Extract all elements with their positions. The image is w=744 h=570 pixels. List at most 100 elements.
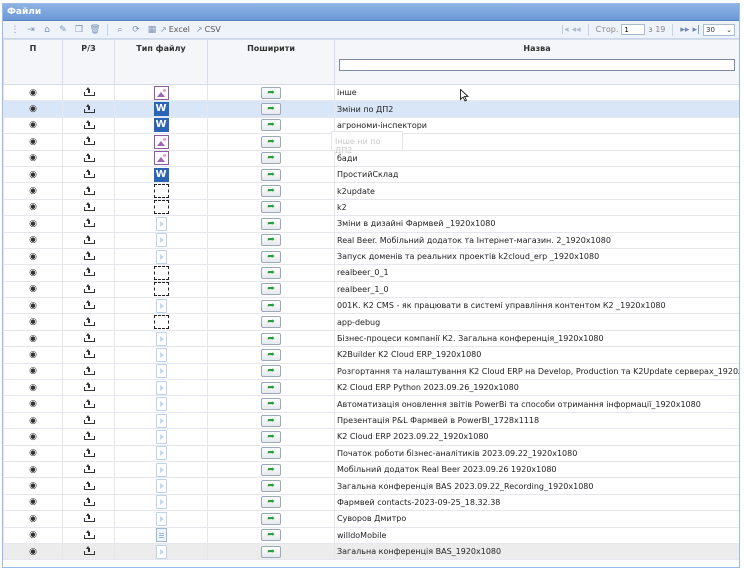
view-cell[interactable]: ◉ [3, 362, 63, 381]
table-row[interactable]: ◉ ➦ Суворов Дмитро [3, 510, 739, 528]
share-button[interactable]: ➦ [261, 283, 281, 296]
eye-icon[interactable]: ◉ [29, 547, 37, 557]
share-button[interactable]: ➦ [261, 381, 281, 394]
view-cell[interactable]: ◉ [3, 477, 63, 495]
upload-icon[interactable] [84, 546, 95, 556]
table-row[interactable]: ◉ ➦ realbeer_1_0 [3, 280, 739, 299]
edit-cell[interactable] [62, 247, 115, 266]
view-cell[interactable]: ◉ [3, 395, 63, 413]
page-number-input[interactable] [621, 24, 646, 35]
table-row[interactable]: ◉ ➦ K2Builder K2 Cloud ERP_1920x1080 [3, 346, 739, 364]
view-cell[interactable]: ◉ [3, 198, 63, 217]
table-row[interactable]: ◉ ➦ 001К. К2 CMS - як працювати в системі … [3, 297, 739, 315]
view-cell[interactable]: ◉ [3, 247, 63, 266]
page-size-select[interactable]: 30 ⌄ [703, 23, 735, 36]
eye-icon[interactable]: ◉ [29, 432, 37, 442]
search-icon[interactable]: ⌕ [112, 22, 128, 38]
view-cell[interactable]: ◉ [3, 280, 63, 299]
file-name-cell[interactable]: Фармвей contacts-2023-09-25_18.32.38 [334, 493, 739, 512]
edit-cell[interactable] [62, 165, 115, 184]
eye-icon[interactable]: ◉ [29, 416, 37, 426]
table-row[interactable]: ◉ ➦ Загальна конференція BAS 2023.09.22_Re… [3, 477, 739, 495]
edit-cell[interactable] [62, 116, 115, 135]
view-cell[interactable]: ◉ [3, 215, 63, 233]
table-row[interactable]: ◉ W ➦ Зміни по ДП2 [3, 100, 739, 118]
share-button[interactable]: ➦ [261, 348, 281, 361]
upload-icon[interactable] [84, 152, 95, 162]
column-header-share[interactable]: Поширити [207, 39, 335, 85]
upload-icon[interactable] [84, 382, 95, 392]
upload-icon[interactable] [84, 333, 95, 343]
eye-icon[interactable]: ◉ [29, 449, 37, 458]
share-button[interactable]: ➦ [261, 529, 281, 542]
file-name-cell[interactable]: Розгортання та налаштування K2 Cloud ERP… [334, 362, 739, 381]
view-cell[interactable]: ◉ [3, 165, 63, 184]
upload-icon[interactable] [84, 513, 95, 523]
refresh-icon[interactable]: ⟳ [128, 22, 144, 38]
edit-cell[interactable] [62, 510, 115, 528]
edit-icon[interactable]: ✎ [55, 22, 71, 38]
share-button[interactable]: ➦ [261, 234, 281, 247]
view-cell[interactable]: ◉ [3, 510, 63, 528]
table-row[interactable]: ◉ ➦ Мобільний додаток Real Beer 2023.09.26… [3, 460, 739, 479]
last-page-icon[interactable]: ▸| [692, 25, 700, 35]
edit-cell[interactable] [62, 444, 115, 462]
edit-cell[interactable] [62, 411, 115, 430]
edit-cell[interactable] [62, 83, 115, 102]
column-header-edit[interactable]: Р/З [62, 39, 115, 85]
edit-cell[interactable] [62, 215, 115, 233]
export-excel-button[interactable]: ↗ Excel [160, 25, 190, 34]
upload-icon[interactable] [84, 169, 95, 179]
next-page-icon[interactable]: ▸▸ [680, 25, 689, 35]
table-row[interactable]: ◉ ➦ K2 Cloud ERP 2023.09.22_1920x1080 [3, 428, 739, 446]
view-cell[interactable]: ◉ [3, 411, 63, 430]
edit-cell[interactable] [62, 182, 115, 200]
eye-icon[interactable]: ◉ [29, 137, 37, 147]
upload-icon[interactable] [84, 431, 95, 441]
table-row[interactable]: ◉ ➦ Розгортання та налаштування K2 Cloud E… [3, 362, 739, 381]
eye-icon[interactable]: ◉ [29, 187, 37, 196]
file-name-cell[interactable]: k2 [334, 198, 739, 217]
file-name-cell[interactable]: Початок роботи бізнес-аналітиків 2023.09… [334, 444, 739, 462]
eye-icon[interactable]: ◉ [29, 531, 37, 540]
share-button[interactable]: ➦ [261, 463, 281, 476]
file-name-cell[interactable]: realbeer_0_1 [334, 264, 739, 282]
file-name-cell[interactable]: ПростийСклад [334, 165, 739, 184]
file-name-cell[interactable]: K2 Cloud ERP 2023.09.22_1920x1080 [334, 428, 739, 446]
file-name-cell[interactable]: Запуск доменів та реальних проектів k2cl… [334, 247, 739, 266]
share-button[interactable]: ➦ [261, 496, 281, 509]
edit-cell[interactable] [62, 149, 115, 167]
upload-icon[interactable] [84, 251, 95, 261]
view-cell[interactable]: ◉ [3, 346, 63, 364]
eye-icon[interactable]: ◉ [29, 203, 37, 212]
share-button[interactable]: ➦ [261, 250, 281, 263]
share-button[interactable]: ➦ [261, 266, 281, 279]
file-name-cell[interactable]: realbeer_1_0 [334, 280, 739, 299]
column-header-view[interactable]: П [3, 39, 63, 85]
delete-icon[interactable]: 🗑 [87, 22, 103, 38]
share-button[interactable]: ➦ [261, 185, 281, 198]
file-name-cell[interactable]: K2Builder K2 Cloud ERP_1920x1080 [334, 346, 739, 364]
menu-icon[interactable]: ⋮ [7, 22, 23, 38]
file-name-cell[interactable]: app-debug [334, 313, 739, 331]
file-name-cell[interactable]: Зміни по ДП2 [334, 100, 739, 118]
share-button[interactable]: ➦ [261, 152, 281, 165]
share-button[interactable]: ➦ [261, 168, 281, 181]
eye-icon[interactable]: ◉ [29, 400, 37, 409]
file-name-cell[interactable]: бади [334, 149, 739, 167]
view-cell[interactable]: ◉ [3, 297, 63, 315]
table-row[interactable]: ◉ ➦ willdoMobile [3, 526, 739, 544]
upload-icon[interactable] [84, 300, 95, 310]
upload-icon[interactable] [84, 185, 95, 195]
edit-cell[interactable] [62, 313, 115, 331]
column-header-name[interactable]: Назва [334, 39, 739, 85]
share-button[interactable]: ➦ [261, 414, 281, 427]
upload-icon[interactable] [84, 283, 95, 293]
eye-icon[interactable]: ◉ [29, 236, 37, 245]
share-button[interactable]: ➦ [261, 119, 281, 132]
upload-icon[interactable] [84, 398, 95, 408]
share-button[interactable]: ➦ [261, 447, 281, 460]
file-name-cell[interactable]: Бізнес-процеси компанії К2. Загальна кон… [334, 329, 739, 348]
prev-page-icon[interactable]: ◂◂ [572, 25, 581, 35]
eye-icon[interactable]: ◉ [29, 105, 37, 114]
